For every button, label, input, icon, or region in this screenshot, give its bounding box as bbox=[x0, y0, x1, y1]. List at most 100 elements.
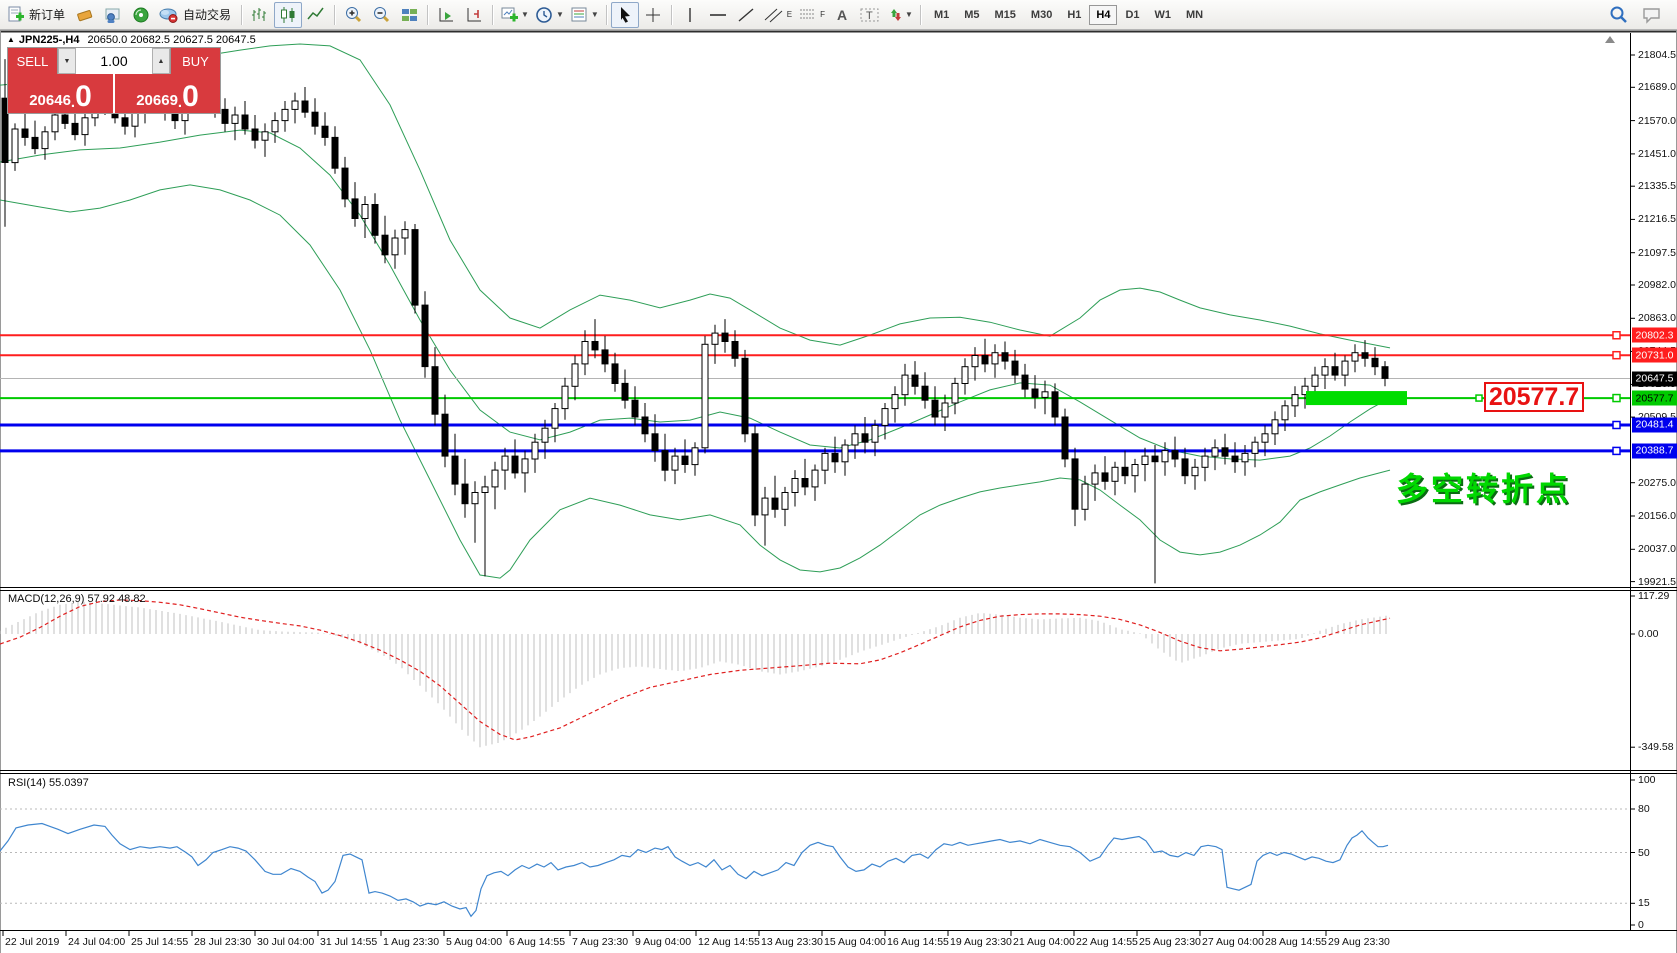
price-tick: 21097.5 bbox=[1638, 247, 1676, 259]
dropdown-caret-icon: ▼ bbox=[521, 11, 529, 19]
timeframe-M15[interactable]: M15 bbox=[988, 5, 1023, 25]
line-chart-button[interactable] bbox=[302, 2, 330, 28]
rsi-axis-tick: 15 bbox=[1638, 897, 1650, 909]
macd-pane bbox=[0, 600, 1390, 747]
price-tick: 20156.0 bbox=[1638, 510, 1676, 522]
vertical-line-tool-button[interactable] bbox=[676, 2, 704, 28]
dropdown-caret-icon: ▼ bbox=[556, 11, 564, 19]
signal-button[interactable] bbox=[127, 2, 155, 28]
rsi-pane bbox=[0, 809, 1630, 916]
date-tick-label: 15 Aug 04:00 bbox=[824, 936, 886, 948]
volume-stepper: ▼ 1.00 ▲ bbox=[57, 48, 171, 74]
timeframe-W1[interactable]: W1 bbox=[1148, 5, 1179, 25]
ohlc-readout: 20650.0 20682.5 20627.5 20647.5 bbox=[87, 34, 255, 46]
date-tick-label: 22 Jul 2019 bbox=[5, 936, 59, 948]
chat-icon[interactable] bbox=[1641, 5, 1663, 25]
volume-input[interactable]: 1.00 bbox=[76, 48, 152, 74]
buy-button[interactable]: BUY bbox=[171, 48, 220, 74]
sell-button[interactable]: SELL bbox=[8, 48, 57, 74]
fibonacci-tool-button[interactable]: F bbox=[795, 2, 828, 28]
buy-price-pips: 0 bbox=[182, 82, 199, 112]
arrows-tool-button[interactable]: ▼ bbox=[884, 2, 916, 28]
trader-button[interactable] bbox=[99, 2, 127, 28]
zoom-in-button[interactable] bbox=[339, 2, 367, 28]
dropdown-caret-icon: ▼ bbox=[905, 11, 913, 19]
trendline-tool-button[interactable] bbox=[732, 2, 760, 28]
price-callout-box[interactable]: 20577.7 bbox=[1484, 382, 1584, 412]
rsi-axis-tick: 50 bbox=[1638, 847, 1650, 859]
toolbar-separator bbox=[427, 5, 428, 25]
zoom-out-button[interactable] bbox=[367, 2, 395, 28]
rsi-axis-tick: 100 bbox=[1638, 774, 1656, 786]
date-tick-label: 24 Jul 04:00 bbox=[68, 936, 125, 948]
price-tick: 21570.0 bbox=[1638, 115, 1676, 127]
volume-increase-button[interactable]: ▲ bbox=[152, 48, 170, 74]
chart-title: ▲JPN225-,H420650.0 20682.5 20627.5 20647… bbox=[7, 34, 256, 46]
buy-label: BUY bbox=[182, 54, 209, 69]
macd-name: MACD(12,26,9) bbox=[8, 593, 84, 605]
bollinger-middle bbox=[0, 130, 1390, 460]
new-order-button[interactable]: 新订单 bbox=[4, 2, 71, 28]
rsi-name: RSI(14) bbox=[8, 777, 46, 789]
price-tick: 20037.0 bbox=[1638, 543, 1676, 555]
timeframe-D1[interactable]: D1 bbox=[1118, 5, 1146, 25]
macd-axis-tick: 117.29 bbox=[1638, 590, 1669, 602]
date-tick-label: 1 Aug 23:30 bbox=[383, 936, 439, 948]
channel-tool-button[interactable]: E bbox=[760, 2, 795, 28]
price-line-label[interactable]: 20802.3 bbox=[1632, 328, 1677, 343]
candles-layer bbox=[2, 59, 1388, 583]
timeframe-M30[interactable]: M30 bbox=[1024, 5, 1059, 25]
dropdown-caret-icon: ▼ bbox=[591, 11, 599, 19]
horizontal-line-tool-button[interactable] bbox=[704, 2, 732, 28]
date-tick-label: 31 Jul 14:55 bbox=[320, 936, 377, 948]
collapse-arrow-icon[interactable]: ▲ bbox=[7, 35, 15, 44]
volume-decrease-button[interactable]: ▼ bbox=[58, 48, 76, 74]
price-line-label[interactable]: 20577.7 bbox=[1632, 391, 1677, 406]
toolbar-right bbox=[1609, 5, 1673, 25]
price-line-label[interactable]: 20388.7 bbox=[1632, 443, 1677, 458]
timeframe-MN[interactable]: MN bbox=[1179, 5, 1210, 25]
candlestick-chart-button[interactable] bbox=[274, 2, 302, 28]
cursor-tool-button[interactable] bbox=[611, 2, 639, 28]
rsi-axis-tick: 80 bbox=[1638, 803, 1650, 815]
sell-price-panel[interactable]: 20646.0 bbox=[8, 74, 113, 113]
eraser-button[interactable] bbox=[71, 2, 99, 28]
price-callout-value: 20577.7 bbox=[1489, 383, 1579, 412]
price-line-label[interactable]: 20481.4 bbox=[1632, 417, 1677, 432]
autotrade-label: 自动交易 bbox=[182, 6, 234, 23]
price-line-label[interactable]: 20647.5 bbox=[1632, 371, 1677, 386]
autotrade-button[interactable]: 自动交易 bbox=[155, 2, 237, 28]
price-line-label[interactable]: 20731.0 bbox=[1632, 348, 1677, 363]
chart-shift-button[interactable] bbox=[460, 2, 488, 28]
zoom-out-icon bbox=[372, 6, 391, 24]
timeframe-M5[interactable]: M5 bbox=[957, 5, 986, 25]
toolbar-separator bbox=[241, 5, 242, 25]
timeframe-M1[interactable]: M1 bbox=[927, 5, 956, 25]
crosshair-tool-button[interactable] bbox=[639, 2, 667, 28]
timeframe-H1[interactable]: H1 bbox=[1060, 5, 1088, 25]
date-tick-label: 16 Aug 14:55 bbox=[887, 936, 949, 948]
new-chart-button[interactable]: ▼ bbox=[497, 2, 532, 28]
sell-price-main: 20646 bbox=[29, 92, 71, 109]
timeframe-H4[interactable]: H4 bbox=[1089, 5, 1117, 25]
rsi-line bbox=[0, 824, 1388, 917]
chinese-annotation[interactable]: 多空转折点 bbox=[1396, 464, 1571, 510]
period-clock-button[interactable]: ▼ bbox=[532, 2, 567, 28]
auto-scroll-button[interactable] bbox=[432, 2, 460, 28]
buy-price-panel[interactable]: 20669.0 bbox=[115, 74, 220, 113]
rsi-axis-tick: 0 bbox=[1638, 919, 1644, 931]
date-tick-label: 29 Aug 23:30 bbox=[1328, 936, 1390, 948]
date-tick-label: 30 Jul 04:00 bbox=[257, 936, 314, 948]
support-highlight-bar bbox=[1306, 391, 1407, 405]
macd-signal-line bbox=[0, 600, 1390, 740]
price-tick: 21804.5 bbox=[1638, 49, 1676, 61]
channel-icon bbox=[763, 6, 785, 24]
search-icon[interactable] bbox=[1609, 5, 1629, 25]
template-button[interactable]: ▼ bbox=[567, 2, 602, 28]
bar-chart-button[interactable] bbox=[246, 2, 274, 28]
tile-windows-button[interactable] bbox=[395, 2, 423, 28]
text-tool-button[interactable]: A bbox=[828, 2, 856, 28]
timeframe-bar: M1M5M15M30H1H4D1W1MN bbox=[927, 5, 1210, 25]
text-label-tool-button[interactable]: T bbox=[856, 2, 884, 28]
autotrade-icon bbox=[158, 6, 180, 24]
